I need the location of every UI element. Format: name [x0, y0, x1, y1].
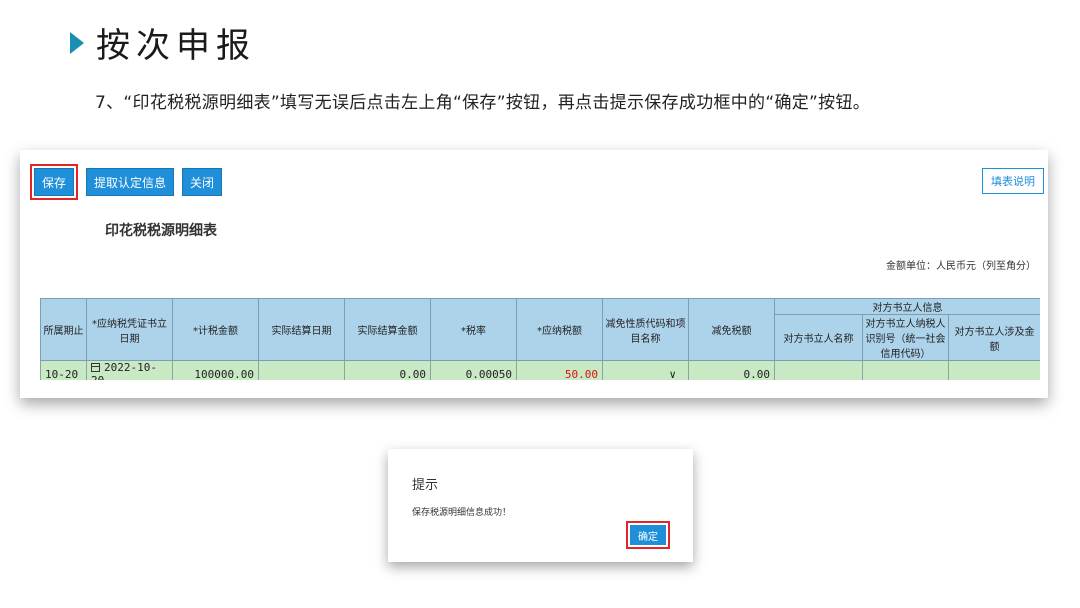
- col-header-tax-payable: *应纳税额: [516, 298, 603, 361]
- col-header-period-end: 所属期止: [40, 298, 87, 361]
- cell-rate[interactable]: 0.00050: [430, 360, 517, 380]
- cell-settle-date[interactable]: [258, 360, 345, 380]
- tax-source-table: 所属期止 *应纳税凭证书立日期 *计税金额 实际结算日期 实际结算金额 *税率 …: [40, 298, 1040, 380]
- col-header-settle-date: 实际结算日期: [258, 298, 345, 361]
- cell-period-end: 10-20: [40, 360, 87, 380]
- help-button[interactable]: 填表说明: [982, 168, 1044, 194]
- save-button[interactable]: 保存: [34, 168, 75, 196]
- col-header-sign-date: *应纳税凭证书立日期: [86, 298, 173, 361]
- col-header-counterparty-amount: 对方书立人涉及金额: [948, 314, 1040, 361]
- ok-button[interactable]: 确定: [630, 525, 666, 545]
- col-header-relief-code: 减免性质代码和项目名称: [602, 298, 689, 361]
- col-header-rate: *税率: [430, 298, 517, 361]
- sign-date-value: 2022-10-20: [91, 361, 157, 380]
- chevron-down-icon[interactable]: ∨: [669, 368, 676, 381]
- dialog-title: 提示: [412, 478, 439, 493]
- cell-tax-payable: 50.00: [516, 360, 603, 380]
- dialog-message: 保存税源明细信息成功！: [412, 508, 512, 518]
- close-button[interactable]: 关闭: [182, 168, 223, 196]
- success-dialog: 提示 保存税源明细信息成功！ 确定: [388, 449, 693, 562]
- cell-sign-date[interactable]: 2022-10-20: [86, 360, 173, 380]
- cell-taxable-amount[interactable]: 100000.00: [172, 360, 259, 380]
- amount-unit: 金额单位：人民币元（列至角分）: [886, 261, 1036, 272]
- save-highlight-box: 保存: [30, 164, 79, 200]
- ok-highlight-box: 确定: [626, 521, 670, 549]
- cell-relief-amount[interactable]: 0.00: [688, 360, 775, 380]
- table-wrap: 所属期止 *应纳税凭证书立日期 *计税金额 实际结算日期 实际结算金额 *税率 …: [40, 298, 1040, 380]
- fetch-info-button[interactable]: 提取认定信息: [86, 168, 175, 196]
- calendar-icon[interactable]: [91, 363, 100, 372]
- cell-settle-amount[interactable]: 0.00: [344, 360, 431, 380]
- cell-counterparty-amount[interactable]: [948, 360, 1040, 380]
- col-header-taxable-amount: *计税金额: [172, 298, 259, 361]
- cell-relief-code-select[interactable]: ∨: [602, 360, 689, 381]
- col-group-counterparty: 对方书立人信息: [774, 298, 1040, 315]
- slide-title: 按次申报: [96, 26, 256, 66]
- form-title: 印花税税源明细表: [105, 223, 217, 239]
- cell-counterparty-id[interactable]: [862, 360, 949, 380]
- form-screenshot-panel: 保存 提取认定信息 关闭 填表说明 印花税税源明细表 金额单位：人民币元（列至角…: [20, 150, 1048, 398]
- col-header-counterparty-name: 对方书立人名称: [774, 314, 863, 361]
- col-header-relief-amount: 减免税额: [688, 298, 775, 361]
- step-instruction: 7、“印花税税源明细表”填写无误后点击左上角“保存”按钮，再点击提示保存成功框中…: [95, 93, 871, 113]
- cell-counterparty-name[interactable]: [774, 360, 863, 380]
- slide: 按次申报 7、“印花税税源明细表”填写无误后点击左上角“保存”按钮，再点击提示保…: [0, 0, 1080, 608]
- table-row: 10-20 2022-10-20 100000.00 0.00 0.00050 …: [40, 360, 1040, 381]
- triangle-bullet-icon: [70, 31, 84, 54]
- col-header-counterparty-id: 对方书立人纳税人识别号（统一社会信用代码）: [862, 314, 949, 361]
- col-header-settle-amount: 实际结算金额: [344, 298, 431, 361]
- slide-title-wrap: 按次申报: [70, 18, 256, 67]
- toolbar: 保存 提取认定信息 关闭: [30, 164, 223, 200]
